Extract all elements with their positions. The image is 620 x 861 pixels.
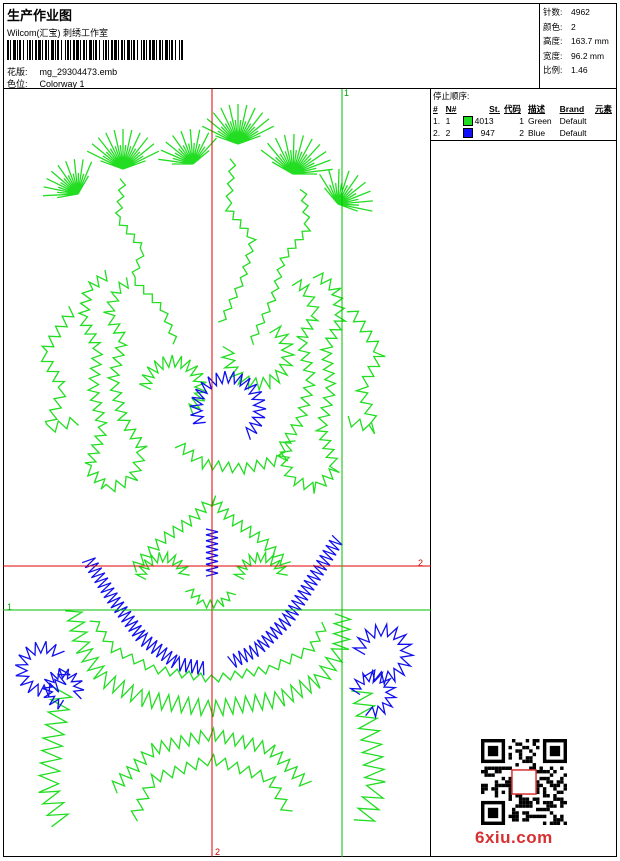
color-swatch [462, 128, 473, 139]
right-axis-marker: 2 [418, 558, 424, 568]
qr-code [481, 739, 567, 825]
col-stitches: St. [489, 104, 501, 114]
design-canvas [3, 89, 431, 857]
colorway-value: Colorway 1 [39, 79, 85, 89]
barcode [7, 40, 183, 60]
stat-height: 高度: 163.7 mm [543, 36, 609, 46]
stop-sequence-table: # N# St. 代码 描述 Brand 元素 1. 1 4013 1 Gree… [431, 103, 617, 139]
table-row: 1. 1 4013 1 Green Default [433, 115, 587, 127]
bottom-axis-marker: 2 [215, 847, 221, 857]
stop-sequence-panel: 停止顺序: # N# St. 代码 描述 Brand 元素 1. 1 4013 … [431, 89, 617, 141]
stats-panel: 针数: 4962 颜色: 2 高度: 163.7 mm 宽度: 96.2 mm 比例: 1… [540, 3, 617, 89]
stat-width: 宽度: 96.2 mm [543, 50, 605, 61]
page-title: 生产作业图 [7, 9, 73, 24]
left-axis-marker: 1 [7, 602, 13, 612]
col-needle: N# [445, 104, 457, 114]
col-element: 元素 [594, 104, 612, 114]
pattern-value: mg_29304473.emb [39, 67, 118, 77]
table-divider [431, 140, 617, 141]
top-axis-marker: 1 [344, 88, 350, 98]
embroidery-preview [3, 89, 431, 857]
software-subtitle: Wilcom(汇宝) 刺绣工作室 [7, 28, 108, 38]
color-swatch [462, 116, 473, 127]
table-row: 2. 2 947 2 Blue Default [433, 127, 587, 139]
stat-colors: 颜色: 2 [543, 21, 576, 32]
col-brand: Brand [559, 104, 585, 114]
col-desc: 描述 [528, 104, 546, 114]
col-index: # [433, 104, 438, 114]
stop-sequence-caption: 停止顺序: [433, 91, 470, 101]
header-panel: 生产作业图 Wilcom(汇宝) 刺绣工作室 花版: mg_29304473.e… [3, 3, 540, 89]
stat-scale: 比例: 1.46 [543, 65, 588, 75]
watermark-logo: 6xiu.com [475, 828, 553, 847]
col-code: 代码 [504, 104, 522, 114]
stat-stitches: 针数: 4962 [543, 7, 590, 17]
